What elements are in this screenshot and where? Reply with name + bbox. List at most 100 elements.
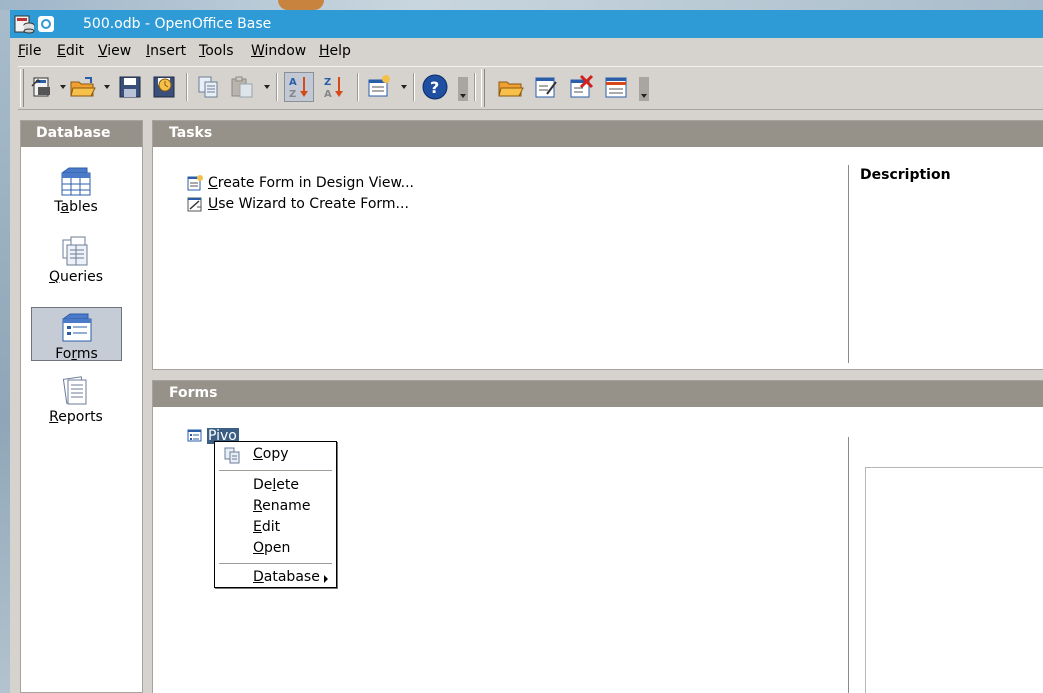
database-item-tables[interactable]: Tables — [31, 161, 121, 215]
menu-window[interactable]: Window — [251, 43, 306, 59]
menu-help[interactable]: Help — [319, 43, 351, 59]
copy-icon[interactable] — [193, 72, 223, 102]
toolbar-overflow-icon[interactable] — [458, 77, 468, 101]
context-menu-database[interactable]: Database — [253, 569, 320, 585]
toolbar-separator — [413, 73, 415, 101]
svg-text:A: A — [289, 77, 297, 88]
form-wizard-dropdown-arrow-icon[interactable] — [401, 85, 407, 89]
tasks-panel-header: Tasks — [153, 121, 1043, 147]
toolbar-separator — [186, 73, 188, 101]
context-menu-separator — [219, 470, 332, 472]
sort-descending-icon[interactable]: ZA — [319, 72, 349, 102]
title-bar[interactable]: 500.odb - OpenOffice Base — [10, 10, 1043, 38]
open-icon[interactable] — [68, 72, 98, 102]
menu-file[interactable]: File — [18, 43, 41, 59]
database-item-reports[interactable]: Reports — [31, 371, 121, 425]
label-part: De — [253, 477, 273, 493]
svg-text:Z: Z — [289, 89, 296, 100]
menu-tools[interactable]: Tools — [199, 43, 234, 59]
label-part: bles — [69, 199, 98, 215]
context-menu-separator — [219, 563, 332, 565]
save-as-icon[interactable] — [149, 72, 179, 102]
menu-view-label: iew — [107, 43, 132, 59]
paste-icon[interactable] — [227, 72, 257, 102]
toolbar-overflow-icon[interactable] — [639, 77, 649, 101]
database-item-queries-label: Queries — [31, 269, 121, 285]
menu-help-accel: H — [319, 43, 330, 59]
task-use-wizard-create-form-label: Use Wizard to Create Form... — [208, 196, 409, 212]
menu-view[interactable]: View — [98, 43, 131, 59]
context-menu: Copy Delete Rename Edit Open Database — [214, 441, 337, 588]
submenu-arrow-icon — [324, 575, 328, 583]
tasks-description-divider — [848, 165, 849, 363]
paste-dropdown-arrow-icon[interactable] — [264, 85, 270, 89]
menu-edit-accel: E — [57, 43, 66, 59]
standard-toolbar: AZ ZA ? — [18, 66, 1043, 110]
context-menu-open[interactable]: Open — [253, 540, 290, 556]
context-menu-copy[interactable]: Copy — [253, 446, 289, 462]
context-menu-delete[interactable]: Delete — [253, 477, 299, 493]
tasks-panel: Tasks Create Form in Design View... Use … — [152, 120, 1043, 370]
open-dropdown-arrow-icon[interactable] — [104, 85, 110, 89]
queries-icon — [62, 236, 88, 266]
application-window: 500.odb - OpenOffice Base File Edit View… — [10, 10, 1043, 693]
form-wizard-task-icon — [187, 197, 202, 212]
label-accel: C — [253, 446, 263, 462]
rename-object-icon[interactable] — [601, 72, 631, 102]
database-item-forms[interactable]: Forms — [31, 307, 122, 362]
svg-text:Z: Z — [324, 77, 331, 88]
forms-icon — [62, 313, 91, 342]
task-create-form-design-view[interactable]: Create Form in Design View... — [187, 175, 414, 191]
label-part: ueries — [59, 269, 104, 285]
toolbar-separator — [357, 73, 359, 101]
menu-insert-label: nsert — [150, 43, 187, 59]
label-accel: C — [208, 175, 218, 191]
app-icon[interactable] — [14, 14, 36, 34]
context-menu-rename[interactable]: Rename — [253, 498, 310, 514]
form-design-icon — [187, 175, 203, 191]
task-create-form-design-view-label: Create Form in Design View... — [208, 175, 414, 191]
database-item-tables-label: Tables — [31, 199, 121, 215]
label-part: pen — [264, 540, 291, 556]
forms-preview-divider — [848, 437, 849, 693]
label-part: atabase — [263, 569, 320, 585]
window-menu-icon[interactable] — [38, 16, 54, 32]
menu-edit[interactable]: Edit — [57, 43, 84, 59]
delete-object-icon[interactable] — [566, 72, 596, 102]
svg-text:A: A — [324, 89, 332, 100]
task-use-wizard-create-form[interactable]: Use Wizard to Create Form... — [187, 196, 409, 212]
form-wizard-icon[interactable] — [364, 72, 394, 102]
label-accel: O — [253, 540, 265, 556]
label-part: opy — [262, 446, 289, 462]
menu-bar: File Edit View Insert Tools Window Help — [10, 40, 1043, 64]
help-icon[interactable]: ? — [420, 72, 450, 102]
save-icon[interactable] — [115, 72, 145, 102]
toolbar-separator — [474, 73, 476, 101]
desktop-background — [0, 0, 1043, 10]
label-part: se Wizard to Create Form... — [218, 196, 409, 212]
label-part: reate Form in Design View... — [217, 175, 414, 191]
menu-help-label: elp — [329, 43, 351, 59]
menu-file-accel: F — [18, 43, 26, 59]
context-menu-edit[interactable]: Edit — [253, 519, 280, 535]
label-part: ename — [262, 498, 311, 514]
menu-edit-label: dit — [65, 43, 85, 59]
label-accel: Q — [48, 269, 60, 285]
new-icon[interactable] — [28, 72, 58, 102]
label-part: eports — [58, 409, 103, 425]
new-dropdown-arrow-icon[interactable] — [60, 85, 66, 89]
label-accel: R — [253, 498, 263, 514]
menu-tools-label: ools — [205, 43, 234, 59]
toolbar-grip[interactable] — [481, 69, 485, 107]
database-item-queries[interactable]: Queries — [31, 231, 121, 285]
edit-object-icon[interactable] — [531, 72, 561, 102]
toolbar-grip[interactable] — [20, 69, 24, 107]
menu-insert[interactable]: Insert — [146, 43, 186, 59]
window-title: 500.odb - OpenOffice Base — [83, 16, 272, 32]
copy-icon — [223, 447, 241, 469]
label-accel: U — [208, 196, 219, 212]
sort-ascending-icon[interactable]: AZ — [284, 72, 314, 102]
database-panel: Database Tables Queries Forms Reports — [20, 120, 143, 693]
open-object-icon[interactable] — [496, 72, 526, 102]
database-item-reports-label: Reports — [31, 409, 121, 425]
